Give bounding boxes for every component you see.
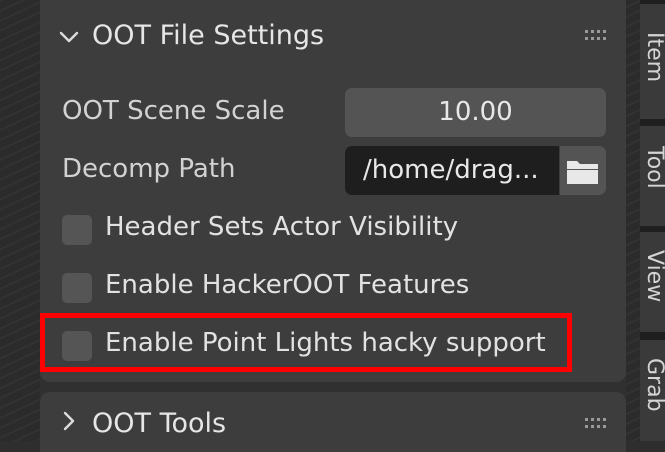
sidebar-tab-tool-label: Tool xyxy=(642,146,665,189)
header-sets-actor-visibility-checkbox[interactable] xyxy=(62,215,92,245)
scene-scale-field[interactable]: 10.00 xyxy=(345,88,606,137)
sidebar-tab-grab-label: Grab xyxy=(642,358,665,412)
grip-icon[interactable] xyxy=(585,30,611,42)
decomp-path-field[interactable]: /home/drag... xyxy=(345,146,559,195)
scene-scale-label: OOT Scene Scale xyxy=(62,96,285,126)
enable-hackeroot-features-checkbox[interactable] xyxy=(62,273,92,303)
sidebar-tab-view[interactable]: View xyxy=(640,232,665,332)
oot-tools-title: OOT Tools xyxy=(92,408,227,439)
decomp-path-label: Decomp Path xyxy=(62,154,236,184)
chevron-down-icon[interactable] xyxy=(58,26,80,48)
header-sets-actor-visibility-label[interactable]: Header Sets Actor Visibility xyxy=(105,212,458,242)
file-settings-title: OOT File Settings xyxy=(92,20,325,51)
sidebar-tab-tool[interactable]: Tool xyxy=(640,126,665,226)
sidebar-tab-grab[interactable]: Grab xyxy=(640,340,665,441)
sidebar-tab-view-label: View xyxy=(642,250,665,303)
chevron-right-icon[interactable] xyxy=(58,410,80,432)
highlight-annotation xyxy=(40,313,572,372)
sidebar-tab-item-label: Item xyxy=(642,32,665,83)
file-settings-header[interactable]: OOT File Settings xyxy=(40,6,626,66)
grip-icon[interactable] xyxy=(585,418,611,430)
browse-folder-button[interactable] xyxy=(560,146,606,195)
folder-icon xyxy=(567,161,598,184)
enable-hackeroot-features-label[interactable]: Enable HackerOOT Features xyxy=(105,270,469,300)
sidebar-tab-item[interactable]: Item xyxy=(640,4,665,119)
oot-tools-panel[interactable]: OOT Tools xyxy=(40,392,626,452)
